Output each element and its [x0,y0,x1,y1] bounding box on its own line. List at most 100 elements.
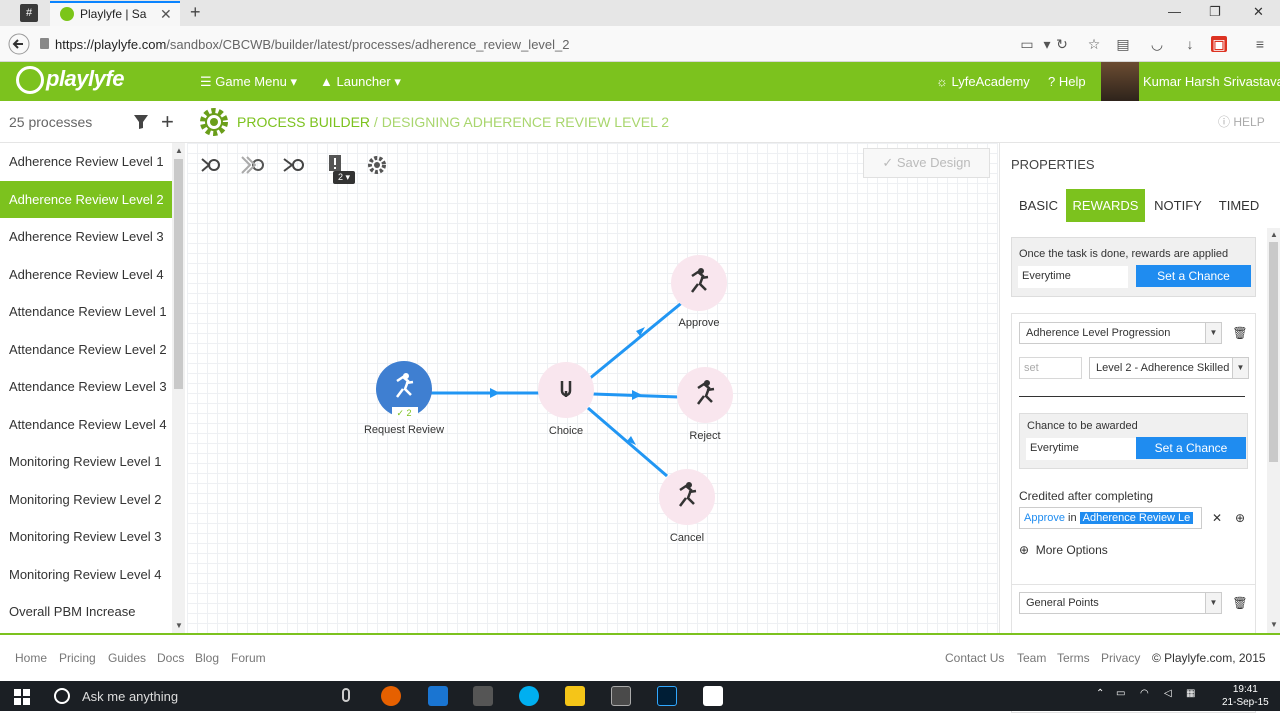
page-help-link[interactable]: ⓘ HELP [1218,113,1265,130]
add-process-icon[interactable]: + [161,109,174,135]
rewards-applied-value[interactable]: Everytime [1018,266,1128,288]
process-item-active[interactable]: Adherence Review Level 2 [0,180,172,218]
edge-icon[interactable] [428,686,448,706]
lyfe-academy-link[interactable]: ☼ LyfeAcademy [936,74,1030,89]
help-link[interactable]: ? Help [1048,74,1086,89]
new-tab-button[interactable]: + [190,2,201,23]
back-arrow-icon[interactable] [8,33,30,55]
window-close-icon[interactable]: ✕ [1253,4,1264,20]
process-canvas[interactable]: 2 ▾ ✓ Save Design ✓ 2 Request Review Cho… [187,143,998,633]
keyboard-icon[interactable]: ▦ [1186,688,1195,699]
scroll-up-icon[interactable]: ▲ [1270,230,1278,239]
chance-value[interactable]: Everytime [1026,438,1136,460]
footer-link-forum[interactable]: Forum [231,651,266,665]
microphone-icon[interactable] [342,688,350,702]
url-field[interactable]: https://playlyfe.com/sandbox/CBCWB/build… [55,37,570,52]
process-item[interactable]: Monitoring Review Level 1 [0,443,172,481]
extension-icon[interactable]: ▣ [1211,36,1227,52]
minimize-icon[interactable]: — [1168,4,1181,19]
skype-icon[interactable] [519,686,539,706]
footer-link-guides[interactable]: Guides [108,651,146,665]
reload-icon[interactable]: ↻ [1054,36,1070,52]
process-item[interactable]: Adherence Review Level 1 [0,143,172,181]
game-menu-button[interactable]: ☰ Game Menu ▾ [200,74,297,90]
process-item[interactable]: Adherence Review Level 4 [0,256,172,294]
scroll-up-icon[interactable]: ▲ [175,146,183,155]
user-name[interactable]: Kumar Harsh Srivastava [1143,74,1280,89]
node-label-reject[interactable]: Reject [689,430,720,442]
scroll-down-icon[interactable]: ▼ [1270,620,1278,629]
trash-icon[interactable]: 🗑 [1231,594,1249,612]
reader-view-icon[interactable]: ▭ [1019,36,1035,52]
tab-notify[interactable]: NOTIFY [1150,189,1206,222]
pocket-icon[interactable]: ◡ [1149,36,1165,52]
process-item[interactable]: Attendance Review Level 2 [0,331,172,369]
metric-select[interactable]: Adherence Level Progression ▼ [1019,322,1222,344]
mail-icon[interactable] [703,686,723,706]
dropdown-chevron-icon[interactable]: ▾ [1039,36,1055,52]
scroll-down-icon[interactable]: ▼ [175,621,183,630]
process-item[interactable]: Monitoring Review Level 4 [0,556,172,594]
node-label-choice[interactable]: Choice [549,425,583,437]
node-label-approve[interactable]: Approve [679,317,720,329]
reading-list-icon[interactable]: ▤ [1115,36,1131,52]
trash-icon[interactable]: 🗑 [1231,324,1249,342]
bookmark-star-icon[interactable]: ☆ [1086,36,1102,52]
node-label-cancel[interactable]: Cancel [670,532,704,544]
breadcrumb-root[interactable]: PROCESS BUILDER [237,114,370,130]
set-chance-button[interactable]: Set a Chance [1136,265,1251,287]
tab-timed[interactable]: TIMED [1212,189,1266,222]
cortana-search-box[interactable]: Ask me anything [46,681,366,711]
download-icon[interactable]: ↓ [1182,36,1198,52]
process-item[interactable]: Attendance Review Level 4 [0,406,172,444]
photoshop-icon[interactable] [657,686,677,706]
process-item[interactable]: Monitoring Review Level 2 [0,481,172,519]
process-item[interactable]: Attendance Review Level 1 [0,293,172,331]
process-item[interactable]: Adherence Review Level 3 [0,218,172,256]
clear-icon[interactable]: ✕ [1208,509,1226,527]
tab-rewards[interactable]: REWARDS [1066,189,1145,222]
footer-link-privacy[interactable]: Privacy [1101,651,1140,665]
browser-tab-active[interactable]: Playlyfe | Sa ✕ [50,1,180,26]
footer-link-pricing[interactable]: Pricing [59,651,96,665]
target-icon[interactable]: ⊕ [1231,509,1249,527]
sidebar-scroll-thumb[interactable] [174,159,183,389]
node-label-request-review[interactable]: Request Review [364,424,444,436]
process-item[interactable]: Monitoring Review Level 3 [0,518,172,556]
firefox-icon[interactable] [381,686,401,706]
set-chance-button-2[interactable]: Set a Chance [1136,437,1246,459]
launcher-button[interactable]: ▲ Launcher ▾ [320,74,401,90]
footer-link-docs[interactable]: Docs [157,651,184,665]
properties-scroll-thumb[interactable] [1269,242,1278,462]
menu-hamburger-icon[interactable]: ≡ [1252,36,1268,52]
volume-icon[interactable]: ◁ [1164,688,1172,699]
tab-basic[interactable]: BASIC [1011,189,1066,222]
battery-icon[interactable]: ▭ [1116,688,1125,699]
sidebar-scrollbar[interactable]: ▲ ▼ [172,143,185,633]
tray-chevron-icon[interactable]: ⌃ [1096,688,1104,699]
footer-link-team[interactable]: Team [1017,651,1046,665]
credited-field[interactable]: Approve in Adherence Review Le [1019,507,1202,529]
footer-link-contact[interactable]: Contact Us [945,651,1004,665]
level-select[interactable]: Level 2 - Adherence Skilled ▼ [1089,357,1249,379]
store-icon[interactable] [473,686,493,706]
avatar[interactable] [1101,62,1139,101]
footer-link-terms[interactable]: Terms [1057,651,1090,665]
windows-start-icon[interactable] [14,689,30,705]
process-item[interactable]: Overall PBM Increase [0,593,172,631]
wifi-icon[interactable]: ◠ [1140,688,1149,699]
playlyfe-logo[interactable]: playlyfe [16,66,124,95]
maximize-icon[interactable]: ❐ [1209,4,1221,20]
taskbar-clock[interactable]: 19:41 21-Sep-15 [1222,683,1269,709]
fb-app-icon[interactable] [565,686,585,706]
properties-scrollbar[interactable]: ▲ ▼ [1267,228,1280,633]
app-window-icon[interactable] [611,686,631,706]
footer-link-home[interactable]: Home [15,651,47,665]
more-options-link[interactable]: ⊕ More Options [1019,543,1108,557]
metric-select-2[interactable]: General Points ▼ [1019,592,1222,614]
set-input[interactable]: set [1019,357,1082,379]
process-item[interactable]: Attendance Review Level 3 [0,368,172,406]
footer-link-blog[interactable]: Blog [195,651,219,665]
filter-icon[interactable] [133,114,149,133]
pinned-tab[interactable]: # [20,4,38,22]
